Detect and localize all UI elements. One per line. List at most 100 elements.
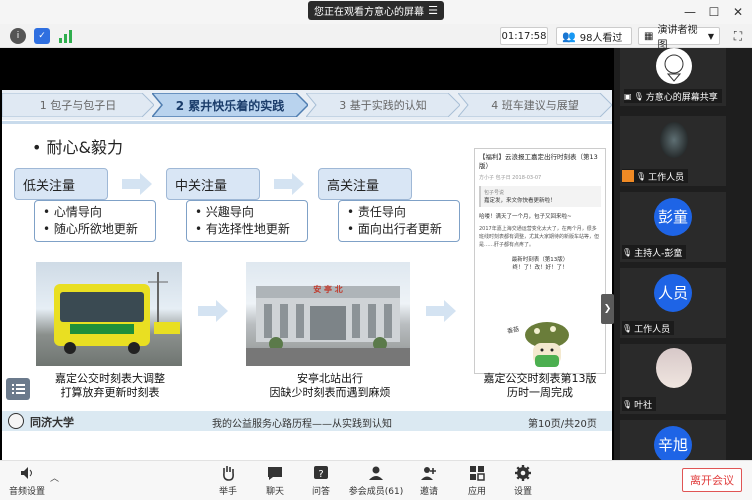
qa-label: 问答: [311, 487, 330, 497]
slide-menu-button[interactable]: [6, 378, 30, 400]
arrow-right-icon: [274, 173, 304, 195]
participant-label: 🎙 工作人员: [622, 169, 689, 183]
people-icon: 👥: [562, 29, 576, 43]
article-center-1: 最新时刻表（第13版）: [511, 257, 569, 263]
caption-station-line-2: 因缺少时刻表而遇到麻烦: [269, 386, 391, 399]
list-icon[interactable]: ☰: [428, 4, 438, 17]
chat-label: 聊天: [265, 487, 284, 497]
station-photo: 安 亭 北: [246, 262, 410, 366]
settings-button[interactable]: 设置: [498, 464, 548, 497]
collapse-panel-button[interactable]: ❯: [601, 294, 614, 324]
participant-tile-staff-2[interactable]: 人员 🎙 工作人员: [620, 268, 726, 338]
article-body: 2017年嘉上海交通运营变化太大了，在两个月，很多班线时刻表都有调整，尤其大家期…: [479, 226, 600, 248]
participant-name: 工作人员: [634, 324, 671, 335]
article-quote-body: 嘉定发，来文你快看更新啦！: [484, 198, 556, 204]
speaker-icon: [21, 467, 32, 479]
footer-title: 我的公益服务心路历程——从实践到认知: [212, 419, 392, 430]
invite-label: 邀请: [419, 487, 438, 497]
participant-tile-yeshe[interactable]: 🎙 叶社: [620, 344, 726, 414]
level-mid-line-1: • 兴趣导向: [195, 205, 254, 219]
grid-icon: ▦: [644, 30, 654, 42]
level-mid-line-2: • 有选择性地更新: [195, 222, 290, 236]
mic-icon: 🎙: [633, 91, 644, 101]
tab-2-label: 2 累井快乐着的实践: [175, 98, 285, 113]
viewer-count-button[interactable]: 👥 98人看过: [556, 27, 632, 45]
participant-tile-xinxu[interactable]: 辛旭: [620, 420, 726, 464]
mic-icon: 🎙: [636, 171, 647, 181]
view-mode-text: 演讲者视图: [657, 25, 698, 51]
caption-station-line-1: 安亭北站出行: [297, 372, 363, 385]
caption-bus-line-1: 嘉定公交时刻表大调整: [55, 372, 165, 385]
meeting-toolbar: i ✓ 01:17:58 👥 98人看过 ▦ 演讲者视图 ▼ ⛶: [0, 24, 752, 51]
hand-icon: [223, 466, 234, 481]
svg-text:?: ?: [318, 469, 323, 480]
chevron-right-icon: ❯: [603, 304, 612, 314]
caption-article-line-1: 嘉定公交时刻表第13版: [483, 372, 597, 385]
participant-name: 方意心的屏幕共享: [645, 92, 718, 103]
participant-name: 工作人员: [648, 172, 685, 183]
close-icon[interactable]: ✕: [730, 4, 746, 20]
participant-label: 🎙 主持人-彭童: [622, 245, 687, 259]
apps-button[interactable]: 应用: [452, 464, 502, 497]
article-meta: 方小子 包子日 2018-03-07: [479, 175, 542, 181]
participant-label: ▣ 🎙 方意心的屏幕共享: [624, 89, 722, 103]
view-mode-select[interactable]: ▦ 演讲者视图 ▼: [638, 25, 720, 51]
participant-tile-host[interactable]: 彭童 🎙 主持人-彭童: [620, 192, 726, 262]
level-low-line-2: • 随心所欲地更新: [43, 222, 138, 236]
avatar: 彭童: [654, 198, 692, 236]
screen-share-banner[interactable]: 您正在观看方意心的屏幕 ☰: [308, 1, 444, 20]
caption-bus: 嘉定公交时刻表大调整 打算放弃更新时刻表: [32, 372, 188, 400]
participants-button[interactable]: 参会成员(61): [346, 464, 406, 497]
timer-text: 01:17:58: [501, 30, 547, 42]
tab-3: 3 基于实践的认知: [306, 93, 460, 117]
shield-icon[interactable]: ✓: [34, 28, 50, 44]
signal-icon[interactable]: [58, 29, 74, 43]
level-mid-detail: • 兴趣导向 • 有选择性地更新: [186, 200, 308, 242]
mushroom-mascot-icon: [525, 322, 569, 367]
participant-label: 🎙 工作人员: [622, 321, 675, 335]
avatar: 人员: [654, 274, 692, 312]
avatar: 辛旭: [654, 426, 692, 464]
audio-settings-button[interactable]: 音频设置: [2, 464, 52, 497]
level-low-title-text: 低关注量: [23, 178, 76, 194]
fullscreen-icon[interactable]: ⛶: [730, 28, 746, 44]
qa-button[interactable]: ? 问答: [296, 464, 346, 497]
maximize-icon[interactable]: ☐: [706, 4, 722, 20]
article-title: 【福利】云浪报工嘉定出行时刻表（第13版）: [479, 153, 598, 170]
article-greeting: 哈喽！满天了一个月，包子又回来啦~: [479, 214, 572, 220]
chevron-up-icon[interactable]: ︿: [50, 471, 59, 484]
article-screenshot: 【福利】云浪报工嘉定出行时刻表（第13版） 方小子 包子日 2018-03-07…: [474, 148, 606, 374]
tab-1-label: 1 包子与包子日: [39, 99, 117, 112]
level-low-line-1: • 心情导向: [43, 205, 102, 219]
article-quote-head: 包子号说: [484, 190, 505, 196]
raise-hand-label: 举手: [218, 487, 237, 497]
level-mid-title-text: 中关注量: [175, 178, 228, 194]
arrow-right-icon: [198, 300, 228, 322]
participant-panel: ▣ 🎙 方意心的屏幕共享 🎙 工作人员 彭童 🎙 主持人-彭童 人员 🎙 工作人…: [614, 48, 752, 464]
station-sign-text: 安 亭 北: [313, 285, 343, 294]
participant-photo: [660, 122, 688, 158]
title-bar: 您正在观看方意心的屏幕 ☰ — ☐ ✕: [0, 0, 752, 24]
info-icon[interactable]: i: [10, 28, 26, 44]
tongji-seal-icon: [8, 413, 24, 429]
audio-settings-label: 音频设置: [8, 487, 45, 497]
minimize-icon[interactable]: —: [682, 4, 698, 20]
gear-icon: [515, 465, 531, 481]
shared-screen: 1 包子与包子日 2 累井快乐着的实践 3 基于实践的认知 4 班车建议与展望 …: [0, 48, 614, 478]
raise-hand-button[interactable]: 举手: [203, 464, 253, 497]
participant-tile-staff-1[interactable]: 🎙 工作人员: [620, 116, 726, 186]
caption-station: 安亭北站出行 因缺少时刻表而遇到麻烦: [250, 372, 410, 400]
chat-button[interactable]: 聊天: [250, 464, 300, 497]
question-icon: ?: [314, 466, 328, 480]
participant-photo: [656, 348, 692, 388]
user-icon: [622, 170, 634, 182]
meeting-timer: 01:17:58: [500, 27, 548, 45]
level-low-title: 低关注量: [14, 168, 108, 200]
tab-2: 2 累井快乐着的实践: [152, 93, 308, 117]
menu-icon: [12, 384, 25, 394]
tabs-underline: [2, 121, 612, 124]
invite-button[interactable]: 邀请: [404, 464, 454, 497]
leave-meeting-button[interactable]: 离开会议: [682, 468, 742, 492]
participant-tile-share[interactable]: ▣ 🎙 方意心的屏幕共享: [620, 48, 726, 106]
bus-photo: [36, 262, 182, 366]
